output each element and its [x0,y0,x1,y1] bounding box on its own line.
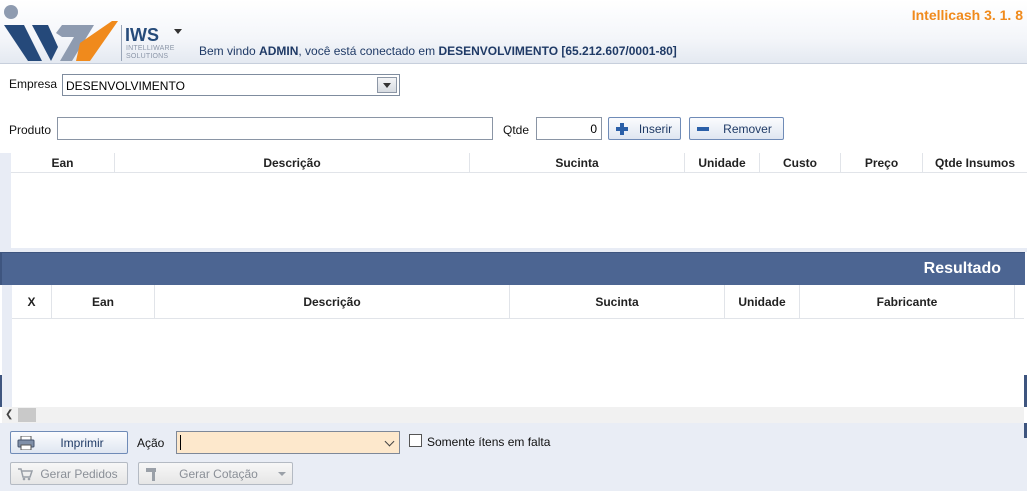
produto-input[interactable] [57,117,493,140]
column-header-qtde-insumos[interactable]: Qtde Insumos [923,153,1027,173]
column-header-ean[interactable]: Ean [11,153,115,173]
logo-divider [121,25,122,61]
grid-row-header-strip [2,285,12,407]
user-name: ADMIN [259,44,299,58]
somente-itens-falta-label[interactable]: Somente ítens em falta [427,435,550,449]
acao-combobox[interactable] [176,431,400,454]
logo-text: IWS [125,25,159,45]
chevron-down-icon[interactable] [384,436,395,447]
column-header-descricao[interactable]: Descrição [115,153,470,173]
qtde-value: 0 [590,122,597,136]
resultado-grid[interactable]: X Ean Descrição Sucinta Unidade Fabrican… [12,285,1024,407]
scrollbar-thumb[interactable] [18,408,36,422]
qtde-input[interactable]: 0 [536,117,602,140]
printer-icon [17,436,35,450]
scroll-left-icon[interactable]: ❮ [5,410,13,420]
column-header-fabricante[interactable]: Fabricante [800,285,1015,319]
grid-row-header-strip [0,153,11,248]
insumos-grid-header: Ean Descrição Sucinta Unidade Custo Preç… [11,153,1027,173]
inserir-button[interactable]: Inserir [608,117,681,140]
chevron-down-icon[interactable] [278,472,286,476]
column-header-unidade[interactable]: Unidade [725,285,800,319]
chevron-down-icon[interactable] [174,29,182,34]
column-header-unidade[interactable]: Unidade [685,153,760,173]
column-header-custo[interactable]: Custo [760,153,841,173]
plus-icon [615,122,629,136]
welcome-message: Bem vindo ADMIN, você está conectado em … [199,44,677,58]
gerar-pedidos-button[interactable]: Gerar Pedidos [10,462,128,485]
connected-company: DESENVOLVIMENTO [65.212.607/0001-80] [438,44,677,58]
empresa-select[interactable]: DESENVOLVIMENTO [62,74,400,96]
logo-subtitle: INTELLIWARE SOLUTIONS [126,45,175,60]
column-header-sucinta[interactable]: Sucinta [510,285,725,319]
empresa-value: DESENVOLVIMENTO [66,79,185,93]
frame-left-edge [0,375,2,407]
column-header-ean[interactable]: Ean [52,285,155,319]
text-cursor [180,435,181,450]
column-header-descricao[interactable]: Descrição [155,285,510,319]
resultado-title: Resultado [923,260,1001,277]
minus-icon [696,122,710,136]
column-header-sucinta[interactable]: Sucinta [470,153,685,173]
resultado-grid-header: X Ean Descrição Sucinta Unidade Fabrican… [12,285,1024,319]
produto-label: Produto [9,123,52,137]
remover-button[interactable]: Remover [689,117,784,140]
app-header: IWS INTELLIWARE SOLUTIONS Bem vindo ADMI… [0,0,1027,64]
gerar-cotacao-button[interactable]: Gerar Cotação [138,462,293,485]
column-header-preco[interactable]: Preço [841,153,923,173]
horizontal-scrollbar[interactable]: ❮ [2,407,1024,423]
cart-icon [18,468,33,481]
qtde-label: Qtde [503,123,530,137]
column-header-x[interactable]: X [12,285,52,319]
acao-label: Ação [137,436,165,450]
somente-itens-falta-checkbox[interactable] [409,434,422,447]
resultado-header: Resultado [2,252,1025,285]
app-version: Intellicash 3. 1. 8 [911,7,1023,23]
chevron-down-icon[interactable] [377,77,397,93]
frame-left-edge [0,252,2,285]
insumos-grid[interactable]: Ean Descrição Sucinta Unidade Custo Preç… [11,153,1027,248]
hammer-icon [146,468,156,481]
empresa-label: Empresa [9,77,58,91]
imprimir-button[interactable]: Imprimir [10,431,128,454]
iws-logo [4,5,118,61]
